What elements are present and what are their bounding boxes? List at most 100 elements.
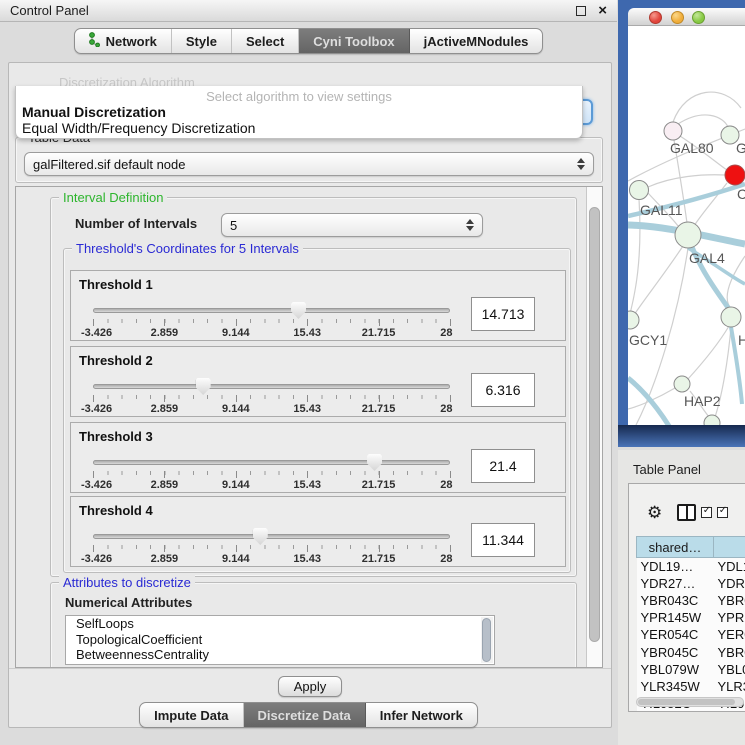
tab-jactivemnodules[interactable]: jActiveMNodules (410, 29, 543, 53)
network-view-window: GAL80 GA C GAL11 GAL4 GCY1 H HAP2 (618, 0, 745, 447)
slider-thumb[interactable] (291, 302, 306, 319)
table-row[interactable]: YBL079WYBL0 (637, 661, 745, 678)
list-item[interactable]: BetweennessCentrality (66, 647, 494, 663)
list-item[interactable]: TopologicalCoefficient (66, 632, 494, 648)
tab-infer-network[interactable]: Infer Network (366, 703, 477, 727)
cyni-toolbox-panel: Discretization Algorithm Select algorith… (8, 62, 612, 728)
node-label: GAL4 (689, 250, 725, 266)
settings-scroll-panel: Interval Definition Number of Intervals … (15, 186, 603, 668)
checkbox-icon[interactable] (717, 507, 728, 518)
table-row[interactable]: YBR043CYBR0 (637, 592, 745, 609)
table-header-row: shared… na (637, 537, 745, 558)
slider-track[interactable] (93, 534, 450, 539)
table-row[interactable]: YER054CYER0 (637, 626, 745, 643)
node-label: GAL11 (640, 202, 683, 218)
attributes-group: Attributes to discretize Numerical Attri… (50, 582, 577, 668)
zoom-traffic-light-icon[interactable] (692, 11, 705, 24)
table-row[interactable]: YLR345WYLR3 (637, 678, 745, 695)
threshold-3-value[interactable] (471, 449, 535, 483)
threshold-4-value[interactable] (471, 523, 535, 557)
threshold-3-box: Threshold 3 -3.426 2.859 9.144 (70, 422, 566, 493)
table-row[interactable]: YDR27…YDR2 (637, 575, 745, 592)
settings-vertical-scrollbar[interactable] (586, 187, 602, 667)
node-label: GAL80 (670, 140, 714, 156)
slider-thumb[interactable] (253, 528, 268, 545)
algorithm-option-manual[interactable]: Manual Discretization (16, 104, 582, 120)
close-icon[interactable]: × (598, 6, 607, 16)
checkbox-icon[interactable] (701, 507, 712, 518)
node-gcy1[interactable] (628, 311, 639, 329)
thresholds-group: Threshold's Coordinates for 5 Intervals … (63, 248, 571, 573)
number-of-intervals-row: Number of Intervals 5 (51, 216, 576, 231)
top-tab-bar: Network Style Select Cyni Toolbox jActiv… (0, 28, 617, 54)
tab-impute-data-label: Impute Data (154, 708, 228, 723)
apply-row: Apply (9, 668, 611, 704)
slider-thumb[interactable] (196, 378, 211, 395)
node-bottom[interactable] (704, 415, 720, 425)
apply-button[interactable]: Apply (278, 676, 342, 697)
threshold-3-slider[interactable]: -3.426 2.859 9.144 15.43 21.715 28 (93, 455, 450, 489)
node-label: HAP2 (684, 393, 721, 409)
slider-thumb[interactable] (367, 454, 382, 471)
threshold-2-label: Threshold 2 (79, 353, 153, 368)
threshold-4-slider[interactable]: -3.426 2.859 9.144 15.43 21.715 28 (93, 529, 450, 563)
threshold-2-value[interactable] (471, 373, 535, 407)
close-traffic-light-icon[interactable] (649, 11, 662, 24)
tab-select[interactable]: Select (232, 29, 299, 53)
tab-jactivemnodules-label: jActiveMNodules (424, 34, 529, 49)
attributes-group-label: Attributes to discretize (59, 575, 195, 590)
tab-discretize-data[interactable]: Discretize Data (244, 703, 366, 727)
list-item[interactable]: SelfLoops (66, 616, 494, 632)
interval-definition-group: Interval Definition Number of Intervals … (50, 197, 577, 577)
bottom-tab-bar: Impute Data Discretize Data Infer Networ… (0, 702, 617, 728)
threshold-1-value[interactable] (471, 297, 535, 331)
threshold-4-box: Threshold 4 -3.426 2.859 9.144 (70, 496, 566, 567)
split-columns-icon[interactable] (677, 504, 696, 521)
tab-impute-data[interactable]: Impute Data (140, 703, 243, 727)
tab-style[interactable]: Style (172, 29, 232, 53)
number-of-intervals-label: Number of Intervals (75, 216, 197, 231)
slider-track[interactable] (93, 308, 450, 313)
network-window-bottom-frame (618, 425, 745, 447)
combo-stepper-icon (571, 158, 585, 170)
threshold-1-box: Threshold 1 -3.426 2.859 9.144 (70, 270, 566, 341)
float-window-icon[interactable] (576, 6, 586, 16)
node-gal80[interactable] (664, 122, 682, 140)
tab-network[interactable]: Network (75, 29, 172, 53)
number-of-intervals-combo[interactable]: 5 (221, 213, 483, 237)
thresholds-group-label: Threshold's Coordinates for 5 Intervals (72, 241, 303, 256)
network-canvas[interactable]: GAL80 GA C GAL11 GAL4 GCY1 H HAP2 (628, 26, 745, 425)
numerical-attributes-label: Numerical Attributes (65, 595, 192, 610)
table-horizontal-scrollbar[interactable] (636, 697, 744, 707)
node-label: GCY1 (629, 332, 667, 348)
minimize-traffic-light-icon[interactable] (671, 11, 684, 24)
node-gal4[interactable] (675, 222, 701, 248)
slider-tick-labels: -3.426 2.859 9.144 15.43 21.715 28 (93, 327, 450, 338)
column-header-name[interactable]: na (714, 537, 745, 558)
node-left[interactable] (630, 181, 649, 200)
slider-tick-labels: -3.426 2.859 9.144 15.43 21.715 28 (93, 403, 450, 414)
tab-cyni-toolbox[interactable]: Cyni Toolbox (299, 29, 409, 53)
threshold-2-box: Threshold 2 -3.426 2.859 9.144 (70, 346, 566, 417)
control-panel-titlebar: Control Panel × (0, 0, 617, 22)
algorithm-dropdown: Select algorithm to view settings Manual… (15, 86, 583, 139)
tab-discretize-data-label: Discretize Data (258, 708, 351, 723)
table-row[interactable]: YPR145WYPR1 (637, 609, 745, 626)
node-hap2[interactable] (674, 376, 690, 392)
top-tab-group: Network Style Select Cyni Toolbox jActiv… (74, 28, 544, 54)
slider-track[interactable] (93, 460, 450, 465)
table-row[interactable]: YBR045CYBR0 (637, 643, 745, 660)
node-right-mid[interactable] (721, 307, 741, 327)
node-selected-red[interactable] (725, 165, 745, 185)
threshold-2-slider[interactable]: -3.426 2.859 9.144 15.43 21.715 28 (93, 379, 450, 413)
threshold-1-slider[interactable]: -3.426 2.859 9.144 15.43 21.715 28 (93, 303, 450, 337)
gear-icon[interactable]: ⚙ (647, 504, 662, 521)
slider-track[interactable] (93, 384, 450, 389)
table-data-combo[interactable]: galFiltered.sif default node (24, 152, 594, 176)
column-header-shared-name[interactable]: shared… (637, 537, 714, 558)
attributes-list-scrollbar[interactable] (481, 617, 493, 663)
node-label: H (738, 332, 745, 348)
algorithm-option-equal-width[interactable]: Equal Width/Frequency Discretization (16, 120, 582, 136)
bottom-tab-group: Impute Data Discretize Data Infer Networ… (139, 702, 478, 728)
table-row[interactable]: YDL19…YDL1 (637, 558, 745, 575)
